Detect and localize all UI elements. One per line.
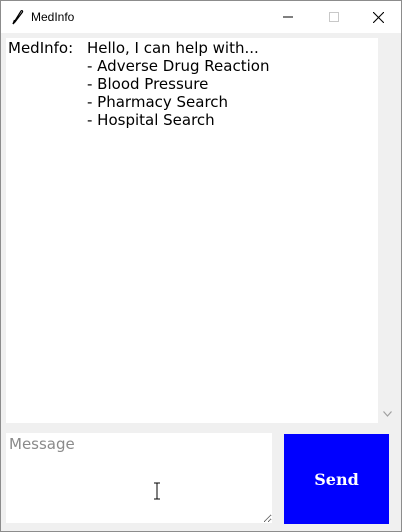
chat-scrollbar[interactable] [379,38,396,423]
close-icon [373,12,384,23]
chat-option: - Hospital Search [87,111,215,129]
minimize-icon [283,16,293,18]
maximize-icon [329,12,339,22]
chat-option: - Adverse Drug Reaction [87,57,270,75]
chat-greeting: Hello, I can help with... [87,39,259,57]
maximize-button[interactable] [311,1,357,33]
chat-option: - Pharmacy Search [87,93,229,111]
title-bar[interactable]: MedInfo [1,1,401,33]
chevron-down-icon [383,411,392,417]
chat-option: - Blood Pressure [87,75,209,93]
window-title: MedInfo [31,10,75,24]
message-placeholder: Message [9,435,75,453]
send-button[interactable]: Send [284,434,389,524]
ibeam-cursor-icon [152,482,162,500]
chat-speaker: MedInfo: [8,39,74,57]
scroll-down-button[interactable] [379,406,396,423]
chat-log[interactable]: MedInfo: Hello, I can help with... - Adv… [6,38,378,423]
minimize-button[interactable] [265,1,311,33]
close-button[interactable] [355,1,401,33]
feather-icon [9,9,25,25]
app-window: MedInfo MedInfo: Hello, I can help with.… [0,0,402,532]
